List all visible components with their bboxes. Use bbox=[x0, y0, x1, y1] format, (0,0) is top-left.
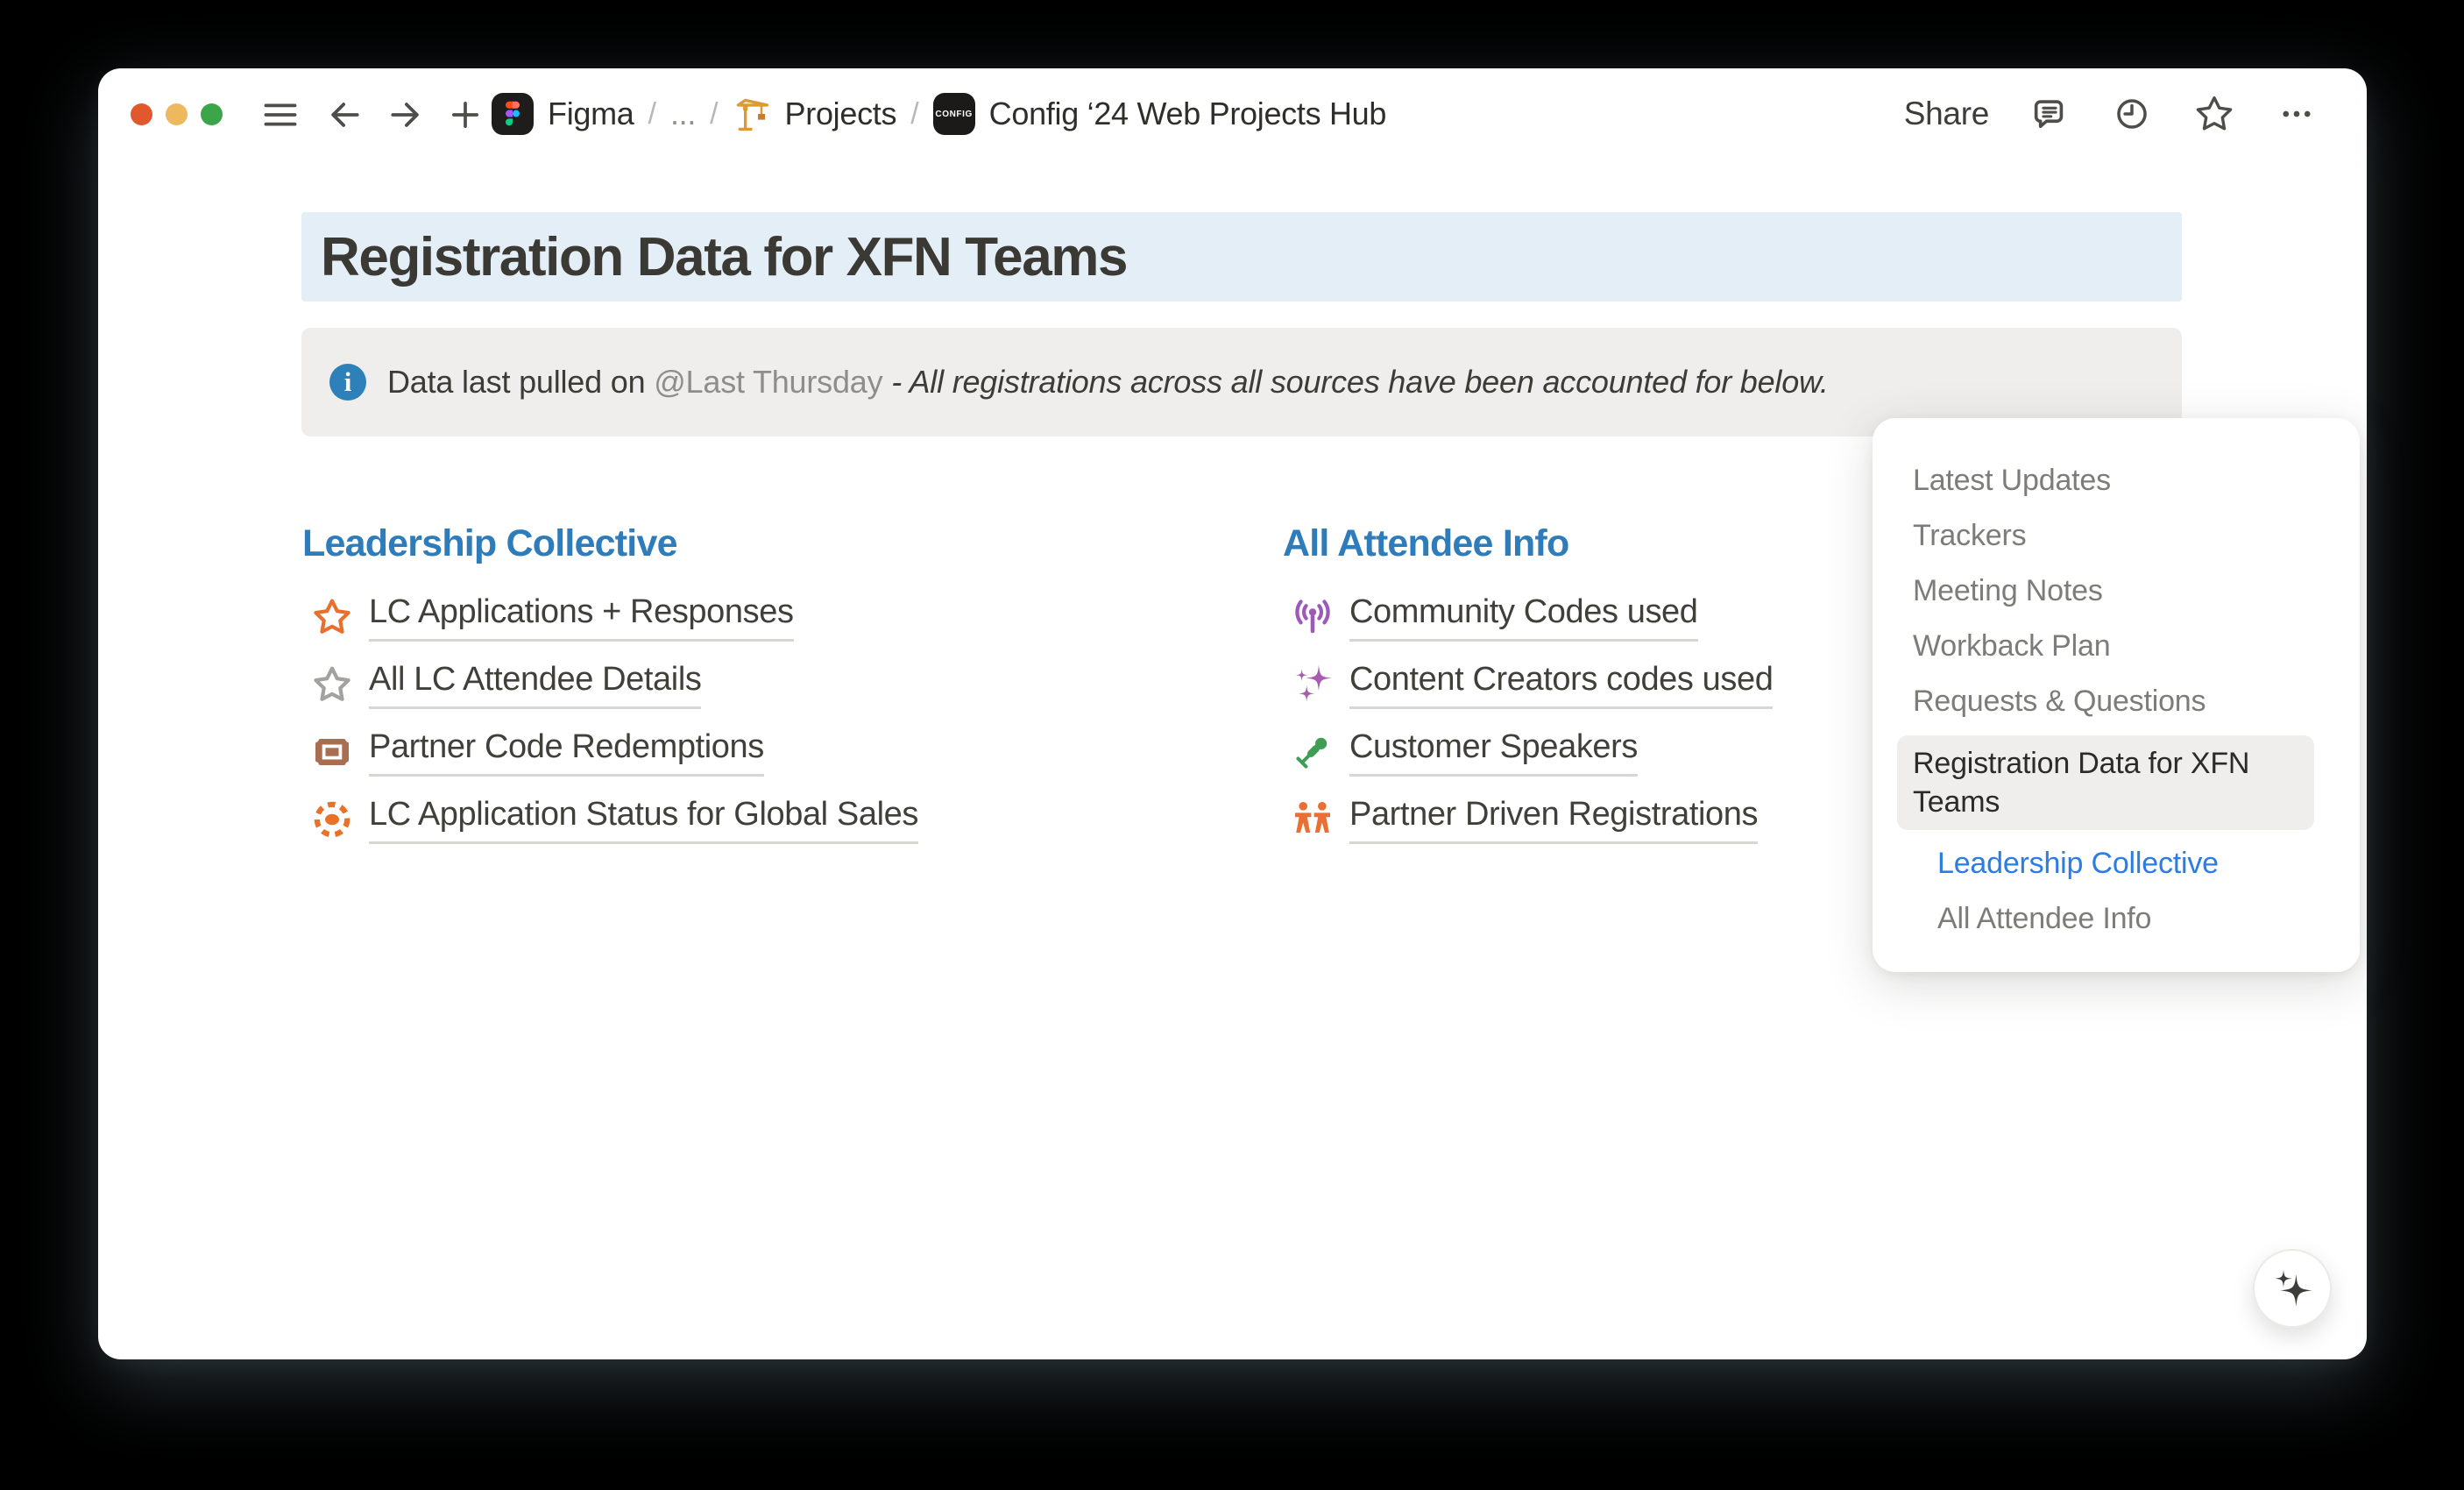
orange-people-icon bbox=[1292, 798, 1334, 841]
favorite-star-icon[interactable] bbox=[2192, 92, 2236, 136]
doc-link[interactable]: Community Codes used bbox=[1349, 592, 1698, 642]
doc-link[interactable]: LC Application Status for Global Sales bbox=[369, 794, 918, 844]
desktop-background: Figma / ... / Projects / CONFIG bbox=[0, 0, 2464, 1490]
section-all-attendee-info: All Attendee Info Community Codes used bbox=[1283, 522, 1773, 862]
page-title[interactable]: Registration Data for XFN Teams bbox=[321, 226, 1127, 288]
page-title-highlight: Registration Data for XFN Teams bbox=[301, 212, 2182, 302]
toc-item-trackers[interactable]: Trackers bbox=[1913, 508, 2328, 564]
toc-popup: Latest Updates Trackers Meeting Notes Wo… bbox=[1873, 418, 2360, 972]
share-button[interactable]: Share bbox=[1904, 96, 1989, 132]
titlebar-actions: Share bbox=[1904, 91, 2319, 137]
gray-star-icon bbox=[311, 663, 353, 706]
close-window-button[interactable] bbox=[131, 103, 152, 125]
callout-prefix: Data last pulled on bbox=[387, 364, 654, 400]
window-controls bbox=[131, 103, 223, 125]
toc-item-workback-plan[interactable]: Workback Plan bbox=[1913, 619, 2328, 674]
plus-icon[interactable] bbox=[445, 95, 485, 135]
toc-item-meeting-notes[interactable]: Meeting Notes bbox=[1913, 564, 2328, 619]
forward-arrow-icon[interactable] bbox=[386, 95, 426, 135]
section-leadership-collective: Leadership Collective LC Applications + … bbox=[302, 522, 918, 862]
toc-subitem-leadership-collective[interactable]: Leadership Collective bbox=[1913, 836, 2328, 891]
config-doc-icon-text: CONFIG bbox=[935, 110, 973, 119]
crane-icon bbox=[733, 95, 771, 133]
doc-link-row: LC Application Status for Global Sales bbox=[302, 794, 918, 844]
green-microphone-icon bbox=[1292, 731, 1334, 773]
doc-link[interactable]: Content Creators codes used bbox=[1349, 659, 1773, 709]
info-icon: i bbox=[329, 364, 366, 401]
toc-item-latest-updates[interactable]: Latest Updates bbox=[1913, 453, 2328, 508]
section-heading: Leadership Collective bbox=[302, 522, 918, 565]
breadcrumb-item-current: Config ‘24 Web Projects Hub bbox=[989, 96, 1386, 132]
breadcrumb-separator: / bbox=[710, 97, 718, 131]
toc-subitem-all-attendee-info[interactable]: All Attendee Info bbox=[1913, 891, 2328, 947]
doc-link[interactable]: All LC Attendee Details bbox=[369, 659, 701, 709]
ai-assistant-button[interactable] bbox=[2253, 1249, 2332, 1328]
breadcrumb-item-projects[interactable]: Projects bbox=[785, 96, 897, 132]
doc-link-row: Community Codes used bbox=[1283, 592, 1773, 642]
breadcrumb-item-figma[interactable]: Figma bbox=[548, 96, 634, 132]
doc-link-row: Content Creators codes used bbox=[1283, 659, 1773, 709]
doc-link[interactable]: LC Applications + Responses bbox=[369, 592, 794, 642]
more-dots-icon[interactable] bbox=[2275, 92, 2319, 136]
callout-text: Data last pulled on @Last Thursday - All… bbox=[387, 364, 1829, 401]
doc-link[interactable]: Partner Driven Registrations bbox=[1349, 794, 1758, 844]
purple-broadcast-icon bbox=[1292, 596, 1334, 638]
minimize-window-button[interactable] bbox=[166, 103, 188, 125]
comment-icon[interactable] bbox=[2028, 92, 2071, 136]
orange-dotted-circle-icon bbox=[311, 798, 353, 841]
toc-item-active-registration-data[interactable]: Registration Data for XFN Teams bbox=[1897, 735, 2314, 830]
breadcrumb-separator: / bbox=[910, 97, 918, 131]
figma-app-icon[interactable] bbox=[492, 93, 534, 135]
callout-italic: - All registrations across all sources h… bbox=[891, 364, 1828, 400]
maximize-window-button[interactable] bbox=[201, 103, 223, 125]
doc-link-row: All LC Attendee Details bbox=[302, 659, 918, 709]
doc-link-row: Partner Driven Registrations bbox=[1283, 794, 1773, 844]
breadcrumb-separator: / bbox=[648, 97, 656, 131]
date-mention[interactable]: @Last Thursday bbox=[654, 364, 882, 400]
info-icon-glyph: i bbox=[344, 368, 352, 395]
breadcrumb-item-collapsed[interactable]: ... bbox=[670, 96, 696, 132]
purple-sparkles-icon bbox=[1292, 663, 1334, 706]
toc-item-requests-questions[interactable]: Requests & Questions bbox=[1913, 674, 2328, 729]
back-arrow-icon[interactable] bbox=[324, 95, 365, 135]
section-heading: All Attendee Info bbox=[1283, 522, 1773, 565]
brown-frame-icon bbox=[311, 731, 353, 773]
titlebar: Figma / ... / Projects / CONFIG bbox=[98, 68, 2367, 160]
doc-link-row: LC Applications + Responses bbox=[302, 592, 918, 642]
breadcrumb: Figma / ... / Projects / CONFIG bbox=[492, 91, 1386, 137]
menu-icon[interactable] bbox=[260, 95, 301, 135]
doc-link-row: Customer Speakers bbox=[1283, 727, 1773, 777]
doc-link[interactable]: Partner Code Redemptions bbox=[369, 727, 764, 777]
doc-link-row: Partner Code Redemptions bbox=[302, 727, 918, 777]
orange-star-icon bbox=[311, 596, 353, 638]
doc-link[interactable]: Customer Speakers bbox=[1349, 727, 1638, 777]
app-window: Figma / ... / Projects / CONFIG bbox=[98, 68, 2367, 1359]
history-clock-icon[interactable] bbox=[2110, 92, 2154, 136]
config-doc-icon: CONFIG bbox=[933, 93, 975, 135]
sparkles-icon bbox=[2271, 1266, 2313, 1312]
